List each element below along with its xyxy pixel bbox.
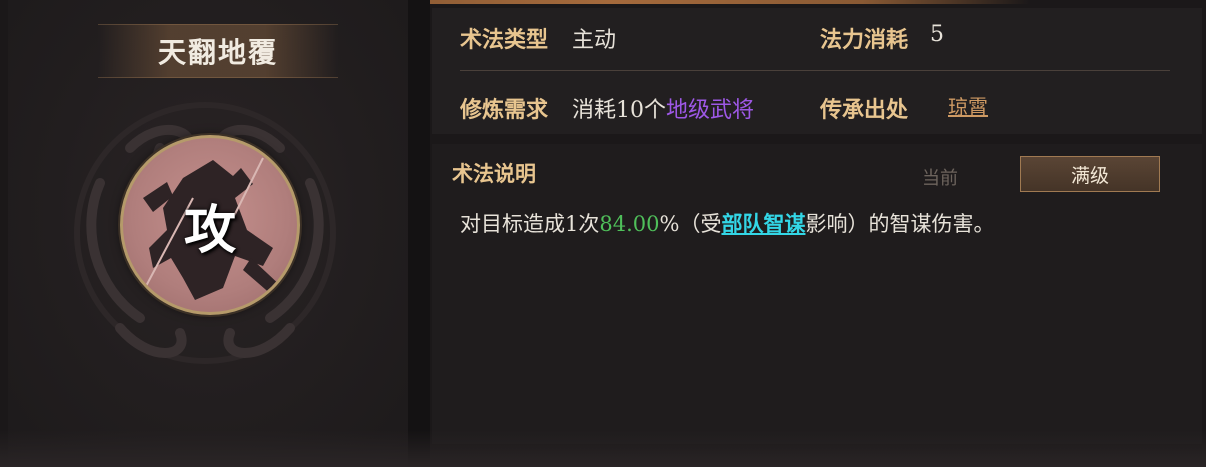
train-highlight: 地级武将	[666, 98, 755, 123]
skill-name: 天翻地覆	[157, 36, 278, 69]
skill-icon: 攻	[120, 135, 300, 315]
train-prefix: 消耗10个	[572, 98, 666, 123]
desc-suffix: 影响）的智谋伤害。	[805, 212, 995, 236]
panel-divider	[408, 0, 430, 467]
desc-mid: %（受	[659, 212, 722, 236]
cost-value: 5	[930, 22, 944, 47]
tab-max-level[interactable]: 满级	[1020, 156, 1160, 192]
skill-icon-char: 攻	[183, 199, 236, 261]
info-divider	[460, 70, 1170, 71]
desc-keyword-link[interactable]: 部队智谋	[721, 211, 805, 236]
train-label: 修炼需求	[460, 97, 549, 123]
description-title: 术法说明	[452, 161, 536, 186]
source-link[interactable]: 琼霄	[948, 91, 988, 120]
type-label: 术法类型	[460, 27, 549, 53]
description-text: 对目标造成1次84.00%（受部队智谋影响）的智谋伤害。	[460, 208, 994, 238]
tab-current[interactable]: 当前	[900, 160, 980, 194]
desc-prefix: 对目标造成1次	[460, 212, 600, 236]
source-label: 传承出处	[820, 97, 909, 123]
skill-title-bar: 天翻地覆	[98, 24, 338, 78]
bottom-fade	[0, 430, 1206, 467]
cost-label: 法力消耗	[820, 27, 909, 53]
type-value: 主动	[572, 28, 617, 53]
train-value: 消耗10个地级武将	[572, 92, 754, 124]
desc-percent: 84.00	[599, 212, 660, 236]
